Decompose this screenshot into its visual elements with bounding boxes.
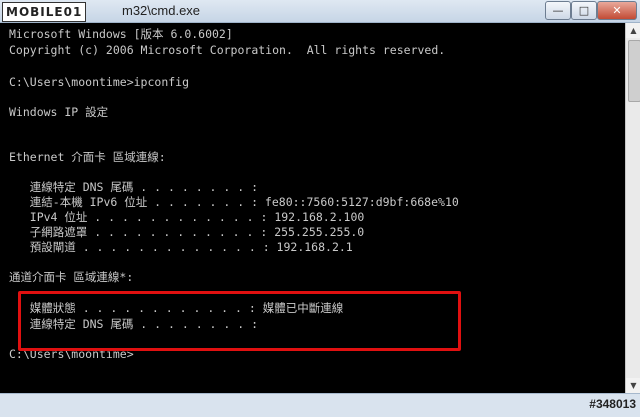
console-line: Windows IP 設定 <box>9 105 109 119</box>
minimize-button[interactable]: — <box>545 1 571 20</box>
mobile01-logo: MOBILE01 <box>2 2 87 22</box>
highlight-box <box>18 291 461 351</box>
scroll-down-arrow-icon[interactable]: ▼ <box>626 378 640 393</box>
close-button[interactable]: ✕ <box>597 1 637 20</box>
console-line: 預設閘道 . . . . . . . . . . . . . : 192.168… <box>9 240 353 254</box>
console-line: Copyright (c) 2006 Microsoft Corporation… <box>9 43 446 57</box>
title-bar: MOBILE01 m32\cmd.exe — □ ✕ <box>0 0 640 23</box>
console-line: IPv4 位址 . . . . . . . . . . . . : 192.16… <box>9 210 365 224</box>
scroll-up-arrow-icon[interactable]: ▲ <box>626 23 640 38</box>
watermark: #348013 <box>589 397 636 411</box>
console-line: Ethernet 介面卡 區域連線: <box>9 150 166 164</box>
console-output[interactable]: Microsoft Windows [版本 6.0.6002] Copyrigh… <box>0 23 625 393</box>
console-line: C:\Users\moontime>ipconfig <box>9 75 190 89</box>
console-line: 子網路遮罩 . . . . . . . . . . . . : 255.255.… <box>9 225 365 239</box>
scrollbar-thumb[interactable] <box>628 40 640 102</box>
console-line: 連結-本機 IPv6 位址 . . . . . . . : fe80::7560… <box>9 195 459 209</box>
console-line: 連線特定 DNS 尾碼 . . . . . . . . : <box>9 180 259 194</box>
vertical-scrollbar[interactable]: ▲ ▼ <box>625 23 640 393</box>
maximize-button[interactable]: □ <box>571 1 597 20</box>
window-title: m32\cmd.exe <box>122 3 201 18</box>
console-line: Microsoft Windows [版本 6.0.6002] <box>9 27 233 41</box>
console-line: 通道介面卡 區域連線*: <box>9 270 134 284</box>
window-bottom-border <box>0 393 640 417</box>
